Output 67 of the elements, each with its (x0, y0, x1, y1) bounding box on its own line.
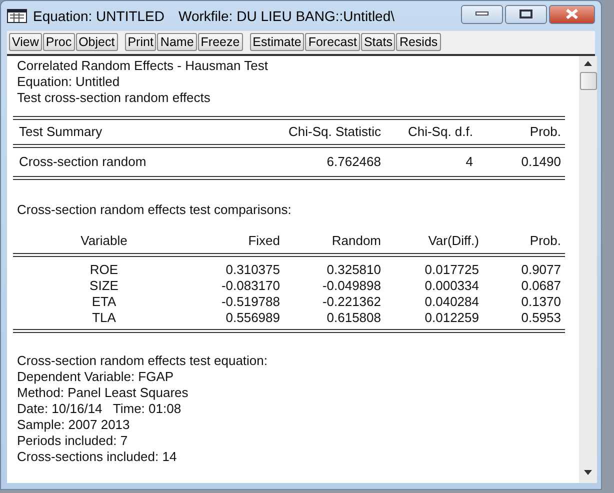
table-cell-text: -0.083170 (220, 278, 280, 294)
table-cell-text: 0.325810 (326, 262, 381, 278)
table-cell-text: SIZE (88, 278, 120, 294)
column-header: Chi-Sq. d.f. (406, 124, 473, 140)
table-cell-text: 0.1490 (520, 154, 561, 170)
table-cell-text: TLA (91, 310, 117, 326)
toolbar-button[interactable]: Name (157, 33, 197, 51)
toolbar-button[interactable]: Print (124, 33, 156, 51)
column-header: Random (330, 233, 381, 249)
minimize-icon (475, 11, 489, 17)
table-cell-text: -0.519788 (220, 294, 280, 310)
toolbar-button[interactable]: View (9, 33, 42, 51)
window-icon (7, 9, 27, 23)
table-cell-text: 0.310375 (224, 262, 280, 278)
column-header: Chi-Sq. Statistic (288, 124, 381, 140)
workfile-title: Workfile: DU LIEU BANG::Untitled\ (178, 6, 395, 26)
close-icon (565, 8, 579, 20)
table-cell-text: 0.012259 (424, 310, 479, 326)
table-cell-text: 6.762468 (326, 154, 381, 170)
close-button[interactable] (549, 4, 595, 24)
scroll-thumb[interactable] (580, 72, 596, 90)
toolbar-button[interactable]: Estimate (250, 33, 304, 51)
table-cell-text: 0.615808 (326, 310, 381, 326)
header-text: Test cross-section random effects (16, 90, 212, 106)
table-cell-text: 0.017725 (424, 262, 479, 278)
column-header: Var(Diff.) (427, 233, 479, 249)
equation-info-text: Cross-sections included: 14 (16, 449, 178, 465)
section-title: Cross-section random effects test comparisons: (16, 202, 292, 218)
header-text: Equation: Untitled (16, 74, 121, 90)
table-cell-text: 4 (464, 154, 473, 170)
toolbar-button[interactable]: Stats (360, 33, 396, 51)
table-cell-text: 0.1370 (520, 294, 561, 310)
table-cell-text: 0.040284 (424, 294, 479, 310)
down-arrow-icon (584, 470, 592, 474)
table-cell-text: 0.556989 (224, 310, 280, 326)
maximize-icon (519, 9, 533, 19)
minimize-button[interactable] (461, 4, 503, 24)
equation-info-text: Cross-section random effects test equation: (16, 353, 268, 369)
toolbar-button[interactable]: Object (76, 33, 118, 51)
equation-info-text: Periods included: 7 (16, 433, 129, 449)
equation-info-text: Sample: 2007 2013 (16, 417, 131, 433)
toolbar-button[interactable]: Forecast (305, 33, 360, 51)
table-cell-text: ROE (88, 262, 120, 278)
equation-info-text: Date: 10/16/14 Time: 01:08 (16, 401, 182, 417)
column-header: Variable (80, 233, 128, 249)
column-header: Prob. (528, 124, 561, 140)
table-cell-text: -0.049898 (321, 278, 381, 294)
table-cell-text: 0.000334 (424, 278, 479, 294)
column-header: Prob. (528, 233, 561, 249)
table-cell-text: Cross-section random (19, 154, 148, 170)
table-cell-text: -0.221362 (321, 294, 381, 310)
window-title: Equation: UNTITLED (33, 6, 164, 26)
header-text: Correlated Random Effects - Hausman Test (16, 58, 269, 74)
column-header: Test Summary (19, 124, 104, 140)
equation-info-text: Dependent Variable: FGAP (16, 369, 175, 385)
scrollbar[interactable] (579, 56, 597, 483)
table-cell-text: 0.9077 (520, 262, 561, 278)
table-cell-text: 0.0687 (520, 278, 561, 294)
up-arrow-icon (584, 60, 592, 66)
toolbar-button[interactable]: Proc (42, 33, 75, 51)
table-cell-text: ETA (90, 294, 118, 310)
table-cell-text: 0.5953 (520, 310, 561, 326)
equation-info-text: Method: Panel Least Squares (16, 385, 190, 401)
maximize-button[interactable] (505, 4, 547, 24)
column-header: Fixed (247, 233, 280, 249)
toolbar-button[interactable]: Freeze (198, 33, 243, 51)
toolbar-button[interactable]: Resids (396, 33, 441, 51)
